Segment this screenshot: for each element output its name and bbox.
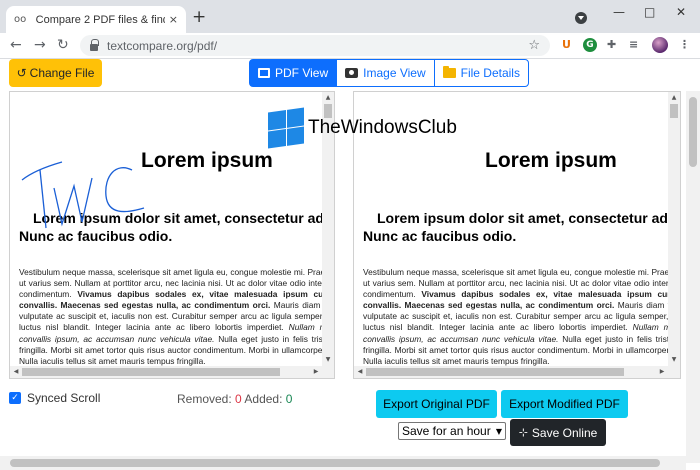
save-duration-value: Save for an hour: [402, 424, 491, 438]
address-bar[interactable]: textcompare.org/pdf/ ☆: [80, 35, 550, 56]
watermark: TheWindowsClub: [268, 107, 457, 149]
close-window-button[interactable]: ✕: [676, 5, 686, 19]
document-title: Lorem ipsum: [141, 149, 273, 172]
view-toggle-group: PDF View Image View File Details: [249, 59, 529, 87]
extension-u-icon[interactable]: U: [562, 38, 571, 51]
synced-scroll-checkbox[interactable]: ✓ Synced Scroll: [9, 391, 100, 405]
lock-icon[interactable]: [90, 38, 99, 51]
folder-icon: [442, 66, 456, 78]
document-title: Lorem ipsum: [485, 149, 617, 172]
bookmark-star-icon[interactable]: ☆: [528, 38, 540, 53]
tab-pdf-view-label: PDF View: [275, 66, 329, 80]
browser-tab[interactable]: oo Compare 2 PDF files & find Diffe ×: [6, 6, 186, 33]
extensions-puzzle-icon[interactable]: ✚: [607, 38, 616, 51]
scroll-left-arrow-icon[interactable]: ◀: [10, 366, 22, 378]
scroll-right-arrow-icon[interactable]: ▶: [310, 366, 322, 378]
reading-list-icon[interactable]: ≡: [629, 38, 638, 51]
tab-search-icon[interactable]: [575, 12, 587, 24]
pdf-icon: [258, 68, 270, 78]
scroll-right-arrow-icon[interactable]: ▶: [656, 366, 668, 378]
scroll-up-arrow-icon[interactable]: ▲: [322, 92, 334, 104]
save-online-label: Save Online: [531, 425, 598, 440]
tab-file-details[interactable]: File Details: [433, 59, 529, 87]
profile-avatar[interactable]: [652, 37, 668, 53]
removed-label: Removed:: [177, 392, 232, 406]
chevron-down-icon: ▼: [495, 426, 502, 436]
scroll-thumb[interactable]: [22, 368, 280, 376]
scroll-thumb[interactable]: [366, 368, 624, 376]
synced-scroll-label: Synced Scroll: [27, 391, 101, 405]
diff-counts: Removed: 0 Added: 0: [177, 392, 292, 406]
maximize-button[interactable]: □: [644, 5, 655, 19]
scroll-up-arrow-icon[interactable]: ▲: [668, 92, 680, 104]
added-label: Added:: [244, 392, 283, 406]
scroll-down-arrow-icon[interactable]: ▼: [322, 354, 334, 366]
windows-logo-icon: [268, 107, 304, 149]
removed-count: 0: [235, 392, 242, 406]
save-online-button[interactable]: ⊹ Save Online: [510, 419, 606, 446]
extension-grammarly-icon[interactable]: G: [583, 38, 597, 52]
added-count: 0: [285, 392, 293, 406]
change-file-label: Change File: [29, 66, 95, 80]
page-horizontal-scrollbar[interactable]: [0, 456, 686, 470]
tab-title: Compare 2 PDF files & find Diffe: [35, 13, 165, 26]
modified-horizontal-scrollbar[interactable]: ◀ ▶: [354, 366, 680, 378]
minimize-button[interactable]: —: [613, 5, 625, 19]
new-tab-button[interactable]: +: [192, 8, 206, 26]
camera-icon: [345, 68, 359, 78]
scroll-left-arrow-icon[interactable]: ◀: [354, 366, 366, 378]
tab-close-icon[interactable]: ×: [169, 13, 178, 26]
scroll-thumb[interactable]: [670, 104, 678, 118]
page-vertical-scrollbar[interactable]: [686, 91, 700, 463]
modified-vertical-scrollbar[interactable]: ▲ ▼: [668, 92, 680, 366]
page-content: ↺ Change File PDF View Image View File D…: [0, 59, 700, 470]
network-icon: ⊹: [518, 426, 528, 439]
browser-toolbar: ← → ↻ textcompare.org/pdf/ ☆ U G ✚ ≡ ⋮: [0, 33, 700, 59]
tab-pdf-view[interactable]: PDF View: [249, 59, 338, 87]
menu-kebab-icon[interactable]: ⋮: [679, 38, 690, 51]
url-text: textcompare.org/pdf/: [107, 38, 218, 53]
glasses-icon: oo: [14, 14, 27, 25]
tab-strip: oo Compare 2 PDF files & find Diffe × + …: [0, 0, 700, 33]
scroll-down-arrow-icon[interactable]: ▼: [668, 354, 680, 366]
watermark-text: TheWindowsClub: [308, 117, 457, 138]
scroll-thumb[interactable]: [10, 459, 660, 467]
forward-button[interactable]: →: [34, 37, 46, 53]
tab-image-view-label: Image View: [363, 66, 426, 80]
save-duration-select[interactable]: Save for an hour ▼: [398, 422, 506, 440]
reload-button[interactable]: ↻: [57, 37, 69, 53]
undo-icon: ↺: [16, 66, 27, 80]
change-file-button[interactable]: ↺ Change File: [9, 59, 102, 87]
scroll-thumb[interactable]: [689, 97, 697, 167]
tab-image-view[interactable]: Image View: [336, 59, 435, 87]
tab-file-details-label: File Details: [460, 66, 520, 80]
signature-drawing: [21, 161, 145, 229]
document-body: Vestibulum neque massa, scelerisque sit …: [19, 267, 322, 366]
export-modified-button[interactable]: Export Modified PDF: [501, 390, 628, 418]
document-subtitle: Lorem ipsum dolor sit amet, consectetur …: [363, 210, 668, 244]
original-horizontal-scrollbar[interactable]: ◀ ▶: [10, 366, 334, 378]
export-original-button[interactable]: Export Original PDF: [376, 390, 497, 418]
back-button[interactable]: ←: [10, 37, 22, 53]
checkmark-icon[interactable]: ✓: [9, 392, 21, 404]
document-body: Vestibulum neque massa, scelerisque sit …: [363, 267, 668, 366]
